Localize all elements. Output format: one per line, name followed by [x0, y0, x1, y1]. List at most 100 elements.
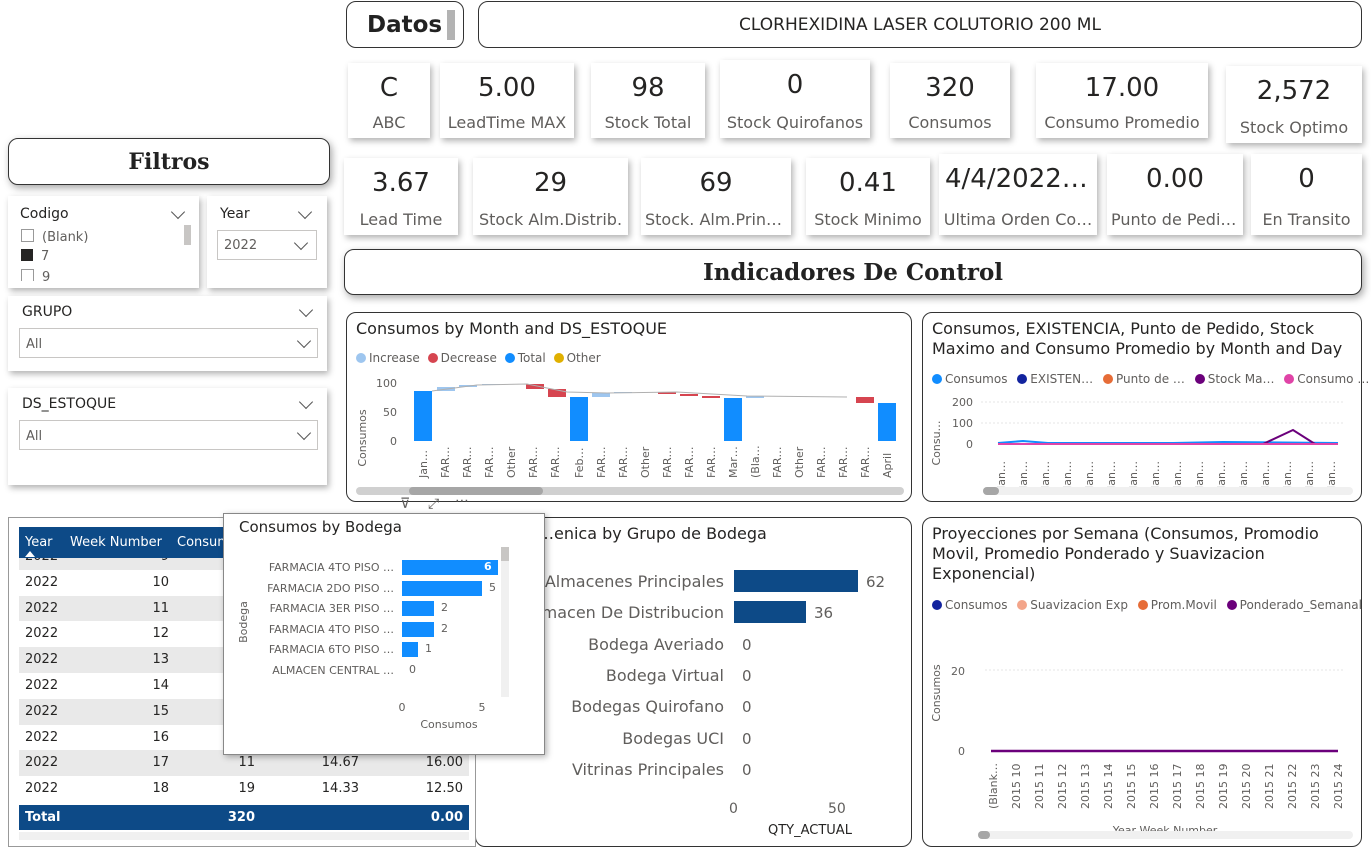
decrease-bar[interactable] [856, 397, 874, 403]
x-tick: 2015 12 [1056, 764, 1069, 810]
legend-dot [1226, 600, 1237, 610]
data-label: 0 [742, 729, 752, 748]
horizontal-scrollbar[interactable] [983, 487, 1353, 495]
bar[interactable] [734, 601, 806, 624]
year-dropdown-value: 2022 [224, 238, 258, 253]
line-chart-title-line: Consumos, EXISTENCIA, Punto de Pedido, S… [932, 319, 1315, 338]
year-dropdown[interactable]: 2022 [217, 230, 317, 260]
bar[interactable] [734, 570, 858, 592]
grupo-bodega-title: …enica by Grupo de Bodega [538, 524, 767, 543]
codigo-scrollbar[interactable] [184, 225, 191, 245]
checkbox-checked-icon[interactable] [21, 249, 33, 261]
chevron-down-icon[interactable] [293, 235, 309, 251]
tooltip-scrollbar-thumb[interactable] [501, 547, 509, 561]
table-cell: 14 [152, 678, 169, 693]
legend-item[interactable]: Consumo … [1284, 372, 1369, 386]
table-cell: 12.50 [425, 781, 463, 797]
ds-estoque-slicer: DS_ESTOQUE All [8, 388, 327, 485]
column-header-week[interactable]: Week Number [70, 535, 162, 550]
codigo-item-7[interactable]: 7 [21, 249, 49, 264]
bar[interactable] [402, 621, 434, 637]
total-bar[interactable] [414, 391, 432, 441]
grupo-dropdown[interactable]: All [19, 328, 318, 358]
x-tick: FAR… [527, 447, 540, 479]
total-bar[interactable] [570, 397, 588, 441]
focus-mode-icon[interactable]: ⤢ [428, 496, 439, 512]
chevron-down-icon[interactable] [298, 394, 314, 410]
decrease-bar[interactable] [702, 396, 720, 398]
chevron-down-icon[interactable] [296, 425, 312, 441]
kpi-label: Punto de Pedido [1111, 210, 1241, 229]
scrollbar-thumb[interactable] [409, 487, 543, 495]
legend-item[interactable]: Increase [356, 351, 420, 365]
consumos-line[interactable] [997, 439, 1339, 444]
kpi-value: 0 [786, 70, 804, 100]
x-tick: Other [639, 446, 652, 478]
bar[interactable] [402, 601, 434, 617]
increase-bar[interactable] [592, 393, 610, 397]
legend-item[interactable]: Other [553, 351, 601, 365]
legend-item[interactable]: Consumos [932, 372, 1007, 386]
x-tick: Other [505, 446, 518, 478]
line-chart-title: Consumos, EXISTENCIA, Punto de Pedido, S… [932, 319, 1342, 359]
legend-item[interactable]: Consumos [932, 598, 1007, 612]
ds-estoque-dropdown[interactable]: All [19, 420, 318, 450]
table-total-row: Total 320 0.00 [19, 805, 469, 830]
filters-title-box: Filtros [8, 138, 330, 185]
x-tick: Jan… [1237, 461, 1250, 490]
decrease-bar[interactable] [680, 394, 698, 396]
legend-dot [1017, 600, 1028, 610]
horizontal-scrollbar[interactable] [978, 831, 1353, 839]
table-cell: 2022 [25, 729, 59, 745]
table-hscroll[interactable] [19, 832, 469, 840]
bar-category-label: FARMACIA 3ER PISO … [269, 602, 394, 616]
table-row[interactable]: 2022 18 19 14.33 12.50 [19, 776, 469, 803]
x-tick: 0 [729, 801, 738, 817]
filter-icon[interactable]: ⊽ [400, 496, 410, 512]
legend-label: Consumos [945, 598, 1008, 612]
legend-item[interactable]: Ponderado_Semanal [1226, 598, 1362, 612]
scrollbar-thumb[interactable] [983, 487, 999, 495]
legend-item[interactable]: Prom.Movil [1137, 598, 1217, 612]
tooltip-scrollbar[interactable] [501, 547, 509, 697]
bar[interactable] [402, 580, 482, 596]
x-axis-title: Consumos [420, 718, 478, 731]
scrollbar-thumb[interactable] [978, 831, 990, 839]
column-header-consumos[interactable]: Consum [177, 535, 230, 550]
codigo-item-9[interactable]: 9 [21, 269, 50, 281]
legend-item[interactable]: Punto de … [1102, 372, 1185, 386]
checkbox-icon[interactable] [21, 229, 34, 242]
codigo-item-blank[interactable]: (Blank) [21, 229, 88, 245]
chevron-down-icon[interactable] [170, 204, 186, 220]
total-consumos: 320 [227, 810, 255, 825]
bar-category-label: FARMACIA 6TO PISO … [268, 643, 394, 657]
legend-item[interactable]: Decrease [427, 351, 497, 365]
total-bar[interactable] [724, 398, 742, 441]
kpi-value: 0.00 [1146, 164, 1204, 194]
checkbox-icon[interactable] [21, 269, 34, 281]
legend-item[interactable]: Total [504, 351, 546, 365]
table-cell: 9 [161, 558, 169, 564]
legend-item[interactable]: EXISTEN… [1017, 372, 1093, 386]
sort-desc-icon[interactable] [25, 551, 35, 557]
total-bar[interactable] [878, 403, 896, 441]
legend-dot [356, 353, 366, 363]
y-tick: 100 [952, 417, 973, 430]
x-tick: Jan… [1259, 461, 1272, 490]
kpi-card: 3.67 Lead Time [344, 158, 458, 235]
kpi-label: Ultima Orden Co… [943, 210, 1093, 229]
table-cell: 11 [152, 600, 169, 616]
legend-item[interactable]: Suavizacion Exp [1017, 598, 1128, 612]
line-chart-legend: Consumos EXISTEN… Punto de … Stock Ma… C… [932, 372, 1369, 386]
proyecciones-panel: Proyecciones por Semana (Consumos, Promo… [922, 517, 1362, 847]
chevron-down-icon[interactable] [296, 333, 312, 349]
more-options-icon[interactable]: ⋯ [455, 493, 469, 509]
column-header-year[interactable]: Year [25, 535, 53, 550]
chevron-down-icon[interactable] [298, 302, 314, 318]
bar[interactable] [402, 642, 418, 658]
x-tick: Jan… [1149, 461, 1162, 490]
legend-label: Consumo … [1297, 372, 1370, 386]
bar-category-label: Bodega Virtual [605, 665, 724, 685]
chevron-down-icon[interactable] [297, 204, 313, 220]
legend-item[interactable]: Stock Ma… [1194, 372, 1274, 386]
